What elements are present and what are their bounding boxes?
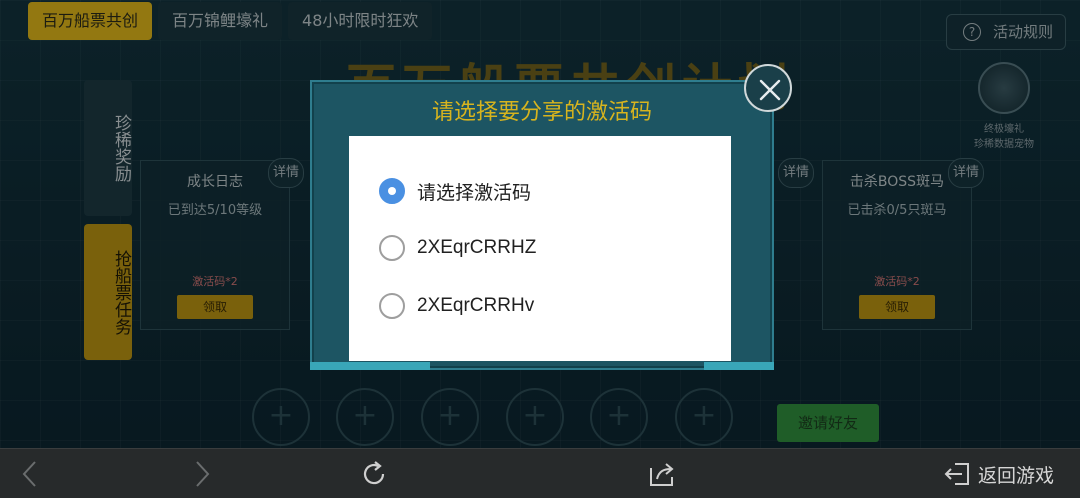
option-code-2[interactable]: 2XEqrCRRHv (379, 291, 709, 321)
browser-navbar: 返回游戏 (0, 448, 1080, 498)
return-to-game-button[interactable]: 返回游戏 (978, 461, 1054, 488)
close-button[interactable] (744, 64, 792, 112)
modal-title: 请选择要分享的激活码 (431, 100, 652, 125)
chevron-right-icon[interactable] (190, 459, 214, 489)
refresh-icon[interactable] (359, 459, 389, 489)
close-icon (759, 79, 781, 101)
exit-icon[interactable] (942, 459, 972, 489)
option-label: 请选择激活码 (417, 182, 532, 204)
option-label: 2XEqrCRRHv (417, 295, 535, 316)
share-icon[interactable] (647, 459, 677, 489)
code-select-dialog: 请选择激活码 2XEqrCRRHZ 2XEqrCRRHv (349, 136, 731, 361)
chevron-left-icon[interactable] (18, 459, 42, 489)
option-placeholder[interactable]: 请选择激活码 (379, 176, 709, 206)
option-code-1[interactable]: 2XEqrCRRHZ (379, 233, 709, 263)
radio-unchecked-icon[interactable] (379, 293, 405, 319)
radio-checked-icon[interactable] (379, 178, 405, 204)
option-label: 2XEqrCRRHZ (417, 237, 537, 258)
radio-unchecked-icon[interactable] (379, 235, 405, 261)
